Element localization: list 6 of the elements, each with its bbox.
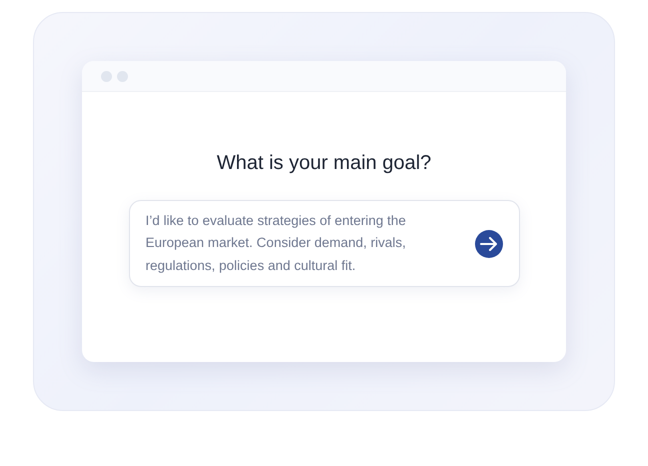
window-dot (117, 70, 128, 82)
window-dot (101, 70, 112, 82)
question-heading: What is your main goal? (216, 151, 432, 176)
send-button[interactable] (474, 230, 502, 258)
answer-field[interactable]: I’d like to evaluate strategies of entering the European market. Consider demand, rivals, regulations, policies and cultural fit. (128, 200, 520, 287)
arrow-icon (480, 236, 498, 250)
